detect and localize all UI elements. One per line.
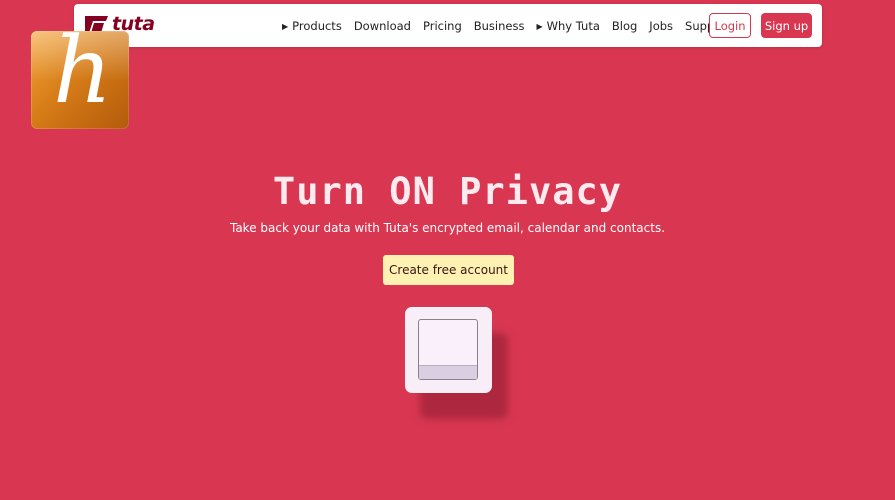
switch-rocker[interactable] (418, 319, 478, 380)
hero-title: Turn ON Privacy (272, 170, 623, 213)
nav-link-products[interactable]: ▶ Products (282, 19, 342, 33)
nav-link-download[interactable]: Download (354, 19, 411, 33)
nav-link-pricing[interactable]: Pricing (423, 19, 462, 33)
h-app-badge-icon: h (31, 31, 129, 129)
nav-link-business[interactable]: Business (474, 19, 525, 33)
hero-subtitle: Take back your data with Tuta's encrypte… (229, 221, 666, 235)
nav-link-why-tuta[interactable]: ▶ Why Tuta (536, 19, 599, 33)
top-navigation-bar: tuta ▶ Products Download Pricing Business… (74, 4, 822, 47)
create-free-account-button[interactable]: Create free account (383, 255, 514, 285)
login-button[interactable]: Login (709, 13, 751, 38)
expand-arrow-icon: ▶ (536, 21, 543, 31)
badge-letter: h (53, 31, 113, 124)
nav-links: ▶ Products Download Pricing Business ▶ Why… (282, 4, 742, 47)
nav-link-blog[interactable]: Blog (612, 19, 637, 33)
switch-rocker-lower (419, 365, 477, 379)
nav-link-jobs[interactable]: Jobs (649, 19, 673, 33)
light-switch-icon[interactable] (405, 307, 492, 393)
expand-arrow-icon: ▶ (282, 21, 289, 31)
signup-button[interactable]: Sign up (761, 13, 812, 38)
